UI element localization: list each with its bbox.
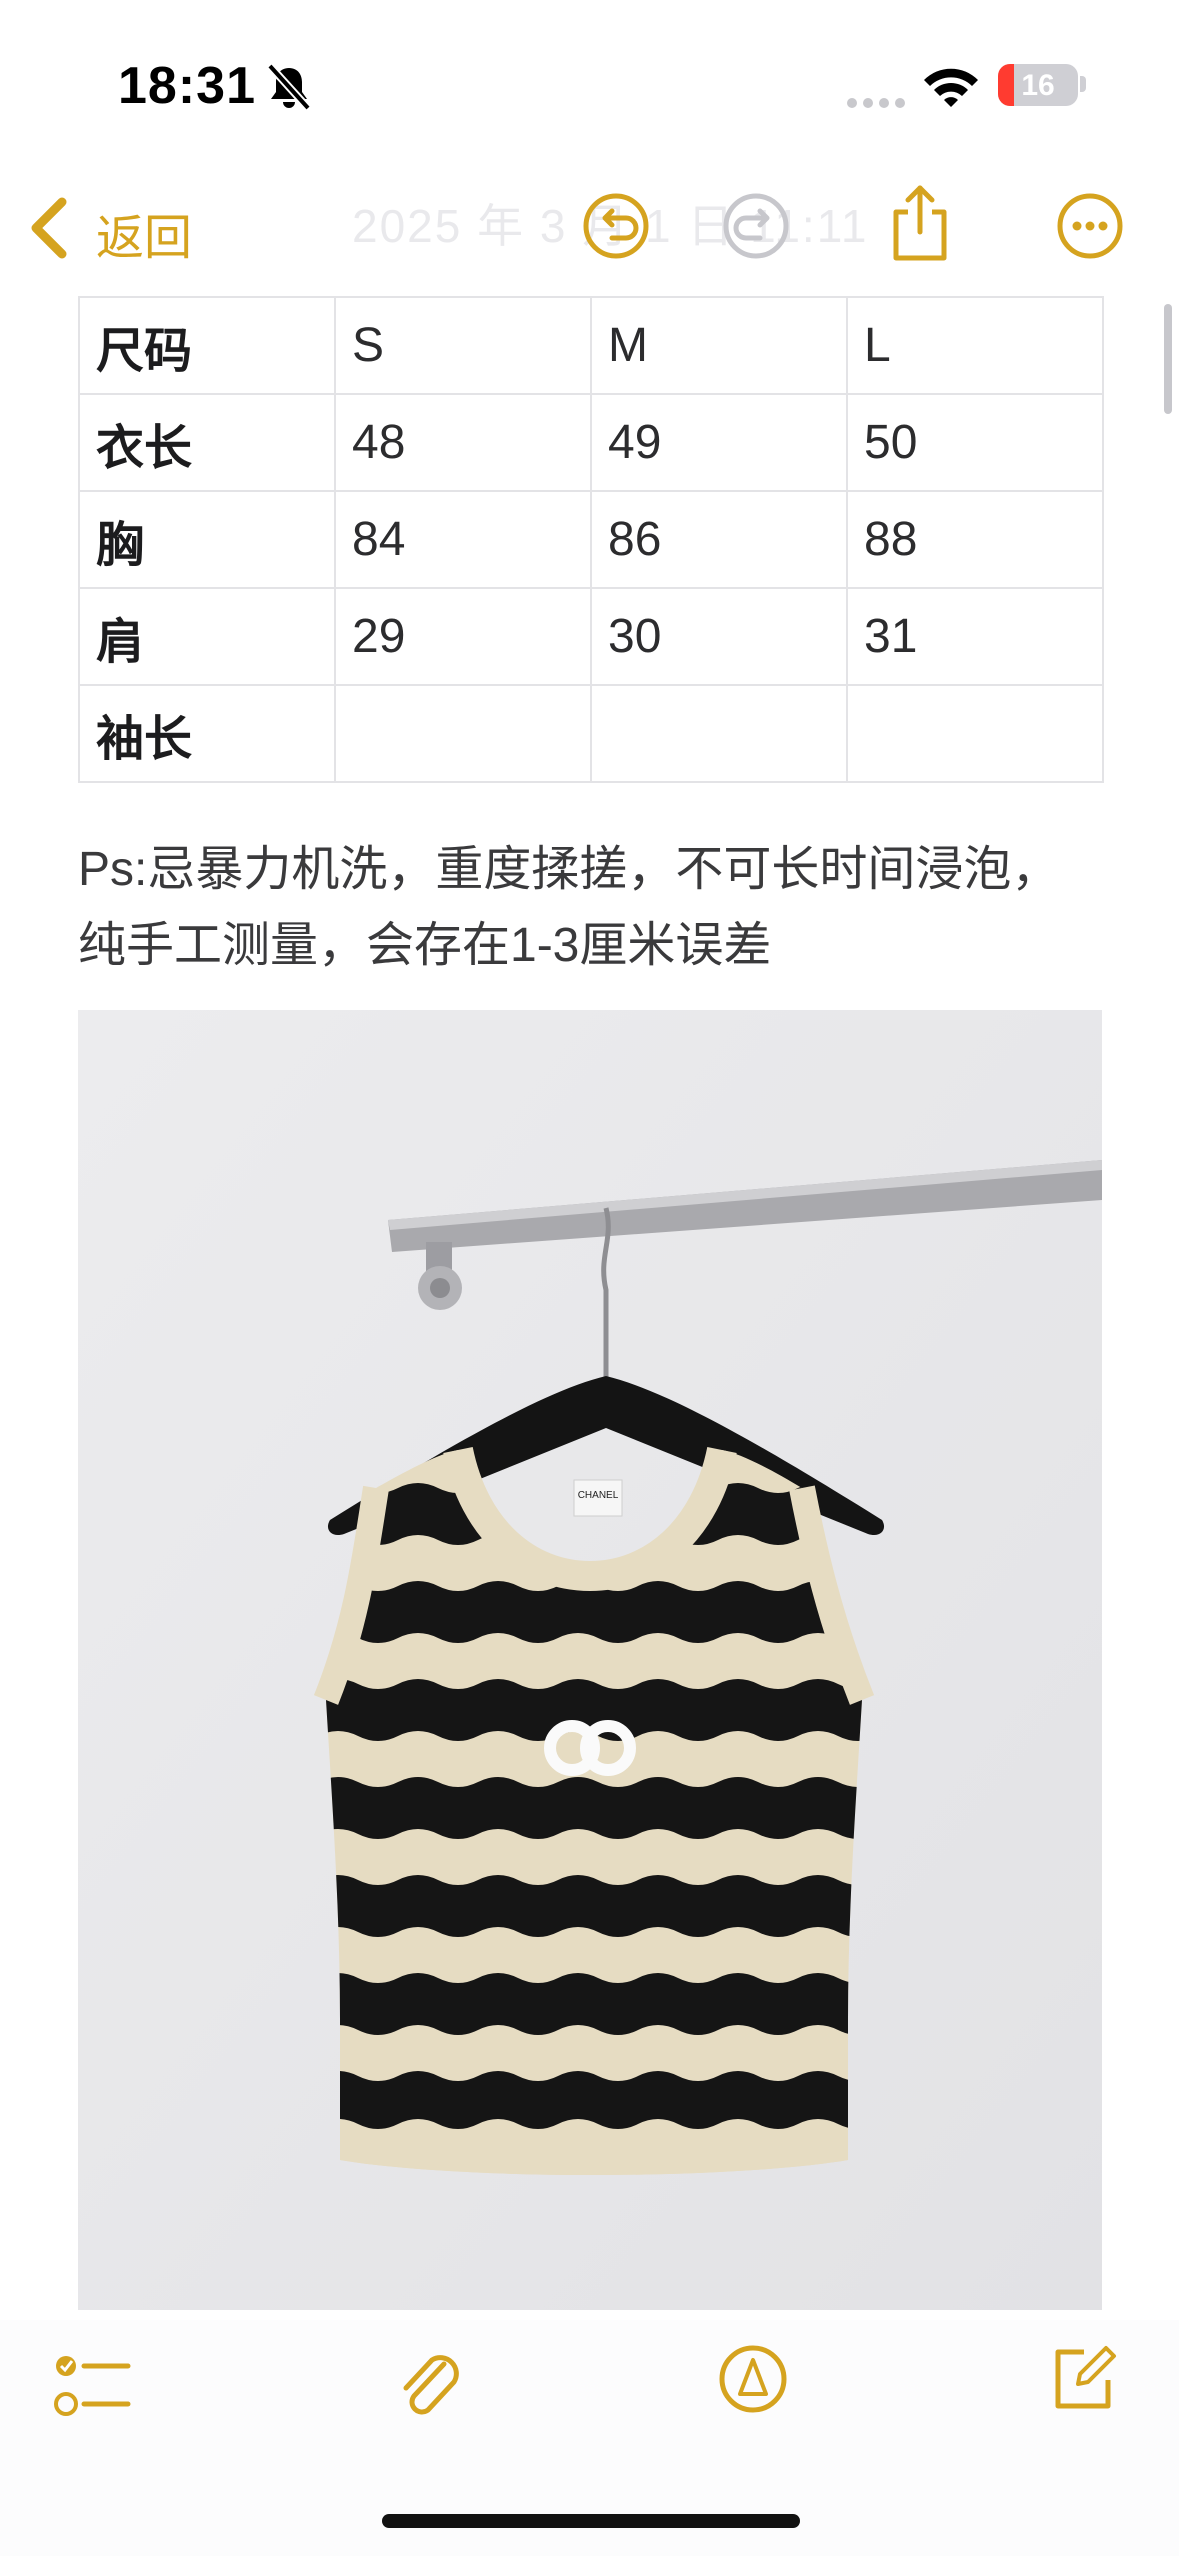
redo-icon[interactable]: [722, 192, 790, 260]
note-line: 纯手工测量，会存在1-3厘米误差: [78, 919, 772, 972]
chevron-left-icon[interactable]: [24, 196, 74, 260]
table-cell[interactable]: L: [846, 296, 1104, 395]
note-body-text[interactable]: Ps:忌暴力机洗，重度揉搓，不可长时间浸泡， 纯手工测量，会存在1-3厘米误差: [78, 832, 1118, 984]
table-cell[interactable]: 30: [590, 587, 848, 686]
table-row: 胸 84 86 88: [78, 490, 1104, 589]
table-row: 衣长 48 49 50: [78, 393, 1104, 492]
wifi-icon: [924, 68, 978, 107]
table-cell[interactable]: 49: [590, 393, 848, 492]
table-cell[interactable]: 袖长: [78, 684, 336, 783]
table-cell[interactable]: 88: [846, 490, 1104, 589]
compose-icon[interactable]: [1050, 2340, 1120, 2412]
table-cell[interactable]: 50: [846, 393, 1104, 492]
note-line: Ps:忌暴力机洗，重度揉搓，不可长时间浸泡，: [78, 843, 1060, 896]
more-icon[interactable]: [1056, 192, 1124, 260]
table-cell[interactable]: 31: [846, 587, 1104, 686]
undo-icon[interactable]: [582, 192, 650, 260]
bell-slash-icon: [267, 63, 311, 111]
table-cell[interactable]: 84: [334, 490, 592, 589]
back-button[interactable]: 返回: [96, 198, 192, 268]
table-cell[interactable]: 86: [590, 490, 848, 589]
battery-tip: [1080, 76, 1086, 92]
product-photo[interactable]: CHANEL: [78, 1010, 1102, 2310]
home-indicator[interactable]: [382, 2514, 800, 2528]
table-cell[interactable]: 衣长: [78, 393, 336, 492]
table-cell[interactable]: 48: [334, 393, 592, 492]
share-icon[interactable]: [888, 182, 952, 264]
table-cell[interactable]: 29: [334, 587, 592, 686]
table-cell[interactable]: 尺码: [78, 296, 336, 395]
cellular-signal-icon: [847, 98, 905, 108]
table-row: 尺码 S M L: [78, 296, 1104, 395]
markup-pen-icon[interactable]: [718, 2344, 788, 2414]
table-cell[interactable]: [334, 684, 592, 783]
size-table: 尺码 S M L 衣长 48 49 50 胸 84 86 88 肩 29 30 …: [78, 296, 1104, 783]
scroll-indicator[interactable]: [1164, 304, 1172, 414]
battery-level: 16: [1021, 69, 1055, 102]
table-cell[interactable]: [590, 684, 848, 783]
table-cell[interactable]: [846, 684, 1104, 783]
care-label-text: CHANEL: [578, 1490, 619, 1501]
table-cell[interactable]: M: [590, 296, 848, 395]
status-time: 18:31: [118, 57, 256, 115]
table-cell[interactable]: 胸: [78, 490, 336, 589]
table-row: 肩 29 30 31: [78, 587, 1104, 686]
paperclip-icon[interactable]: [392, 2344, 464, 2422]
table-cell[interactable]: S: [334, 296, 592, 395]
battery-charging-icon: 16: [998, 64, 1078, 106]
table-row: 袖长: [78, 684, 1104, 783]
checklist-icon[interactable]: [54, 2352, 132, 2418]
table-cell[interactable]: 肩: [78, 587, 336, 686]
